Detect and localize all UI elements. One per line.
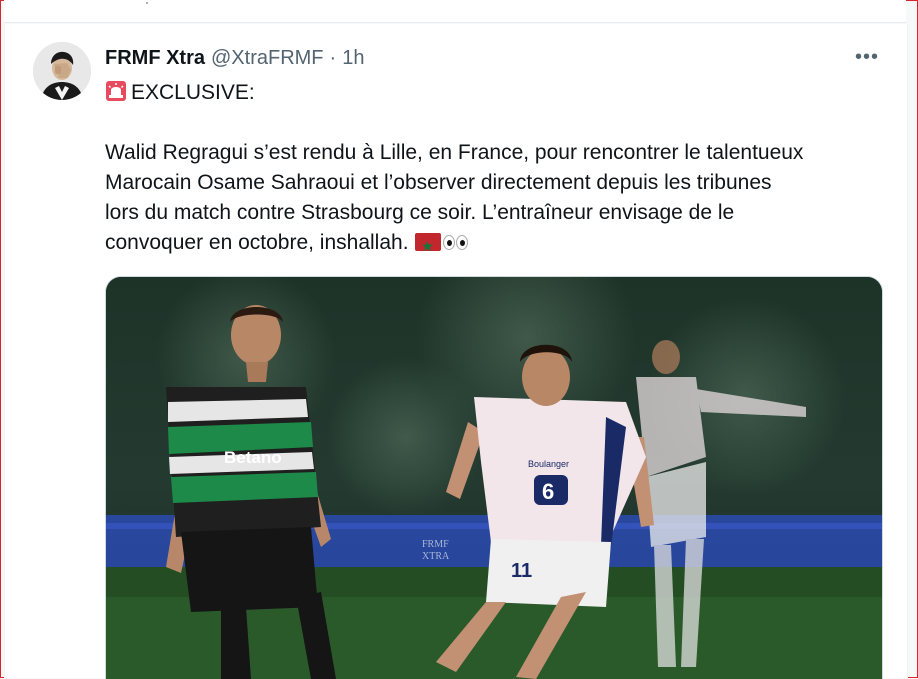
body-line-4: convoquer en octobre, inshallah. bbox=[105, 231, 409, 254]
display-name[interactable]: FRMF Xtra bbox=[105, 47, 205, 70]
body-line-3: lors du match contre Strasbourg ce soir.… bbox=[105, 201, 735, 224]
shirt-number: 11 bbox=[511, 560, 532, 582]
sponsor-green-shirt: Betano bbox=[224, 448, 282, 467]
body-line-2: Marocain Osame Sahraoui et l’observer di… bbox=[105, 171, 772, 194]
exclusive-label: EXCLUSIVE: bbox=[131, 81, 255, 104]
watermark-line-1: FRMF bbox=[422, 539, 449, 550]
more-icon[interactable]: ••• bbox=[853, 45, 881, 69]
sponsor-white-shirt: 6 bbox=[542, 479, 554, 504]
tweet-card[interactable]: FRMF Xtra @XtraFRMF · 1h ••• EXCLUSIVE: … bbox=[4, 24, 908, 679]
match-photo: Betano 6 11 Boulanger FRMF XTRA bbox=[106, 277, 882, 679]
previous-tweet-edge bbox=[4, 0, 906, 23]
avatar[interactable] bbox=[33, 42, 91, 100]
timestamp[interactable]: 1h bbox=[342, 47, 364, 70]
avatar-image bbox=[33, 42, 91, 100]
tweet-header: FRMF Xtra @XtraFRMF · 1h bbox=[105, 46, 364, 70]
watermark-line-2: XTRA bbox=[422, 551, 450, 562]
partner-text: Boulanger bbox=[528, 459, 569, 469]
eyes-icon bbox=[442, 229, 469, 259]
body-line-1: Walid Regragui s’est rendu à Lille, en F… bbox=[105, 141, 804, 164]
tweet-text: EXCLUSIVE: Walid Regragui s’est rendu à … bbox=[105, 78, 885, 261]
separator: · bbox=[329, 46, 337, 69]
tweet-photo[interactable]: Betano 6 11 Boulanger FRMF XTRA bbox=[105, 276, 883, 679]
siren-icon bbox=[106, 81, 126, 101]
morocco-flag-icon bbox=[414, 231, 441, 261]
handle[interactable]: @XtraFRMF bbox=[211, 47, 324, 70]
